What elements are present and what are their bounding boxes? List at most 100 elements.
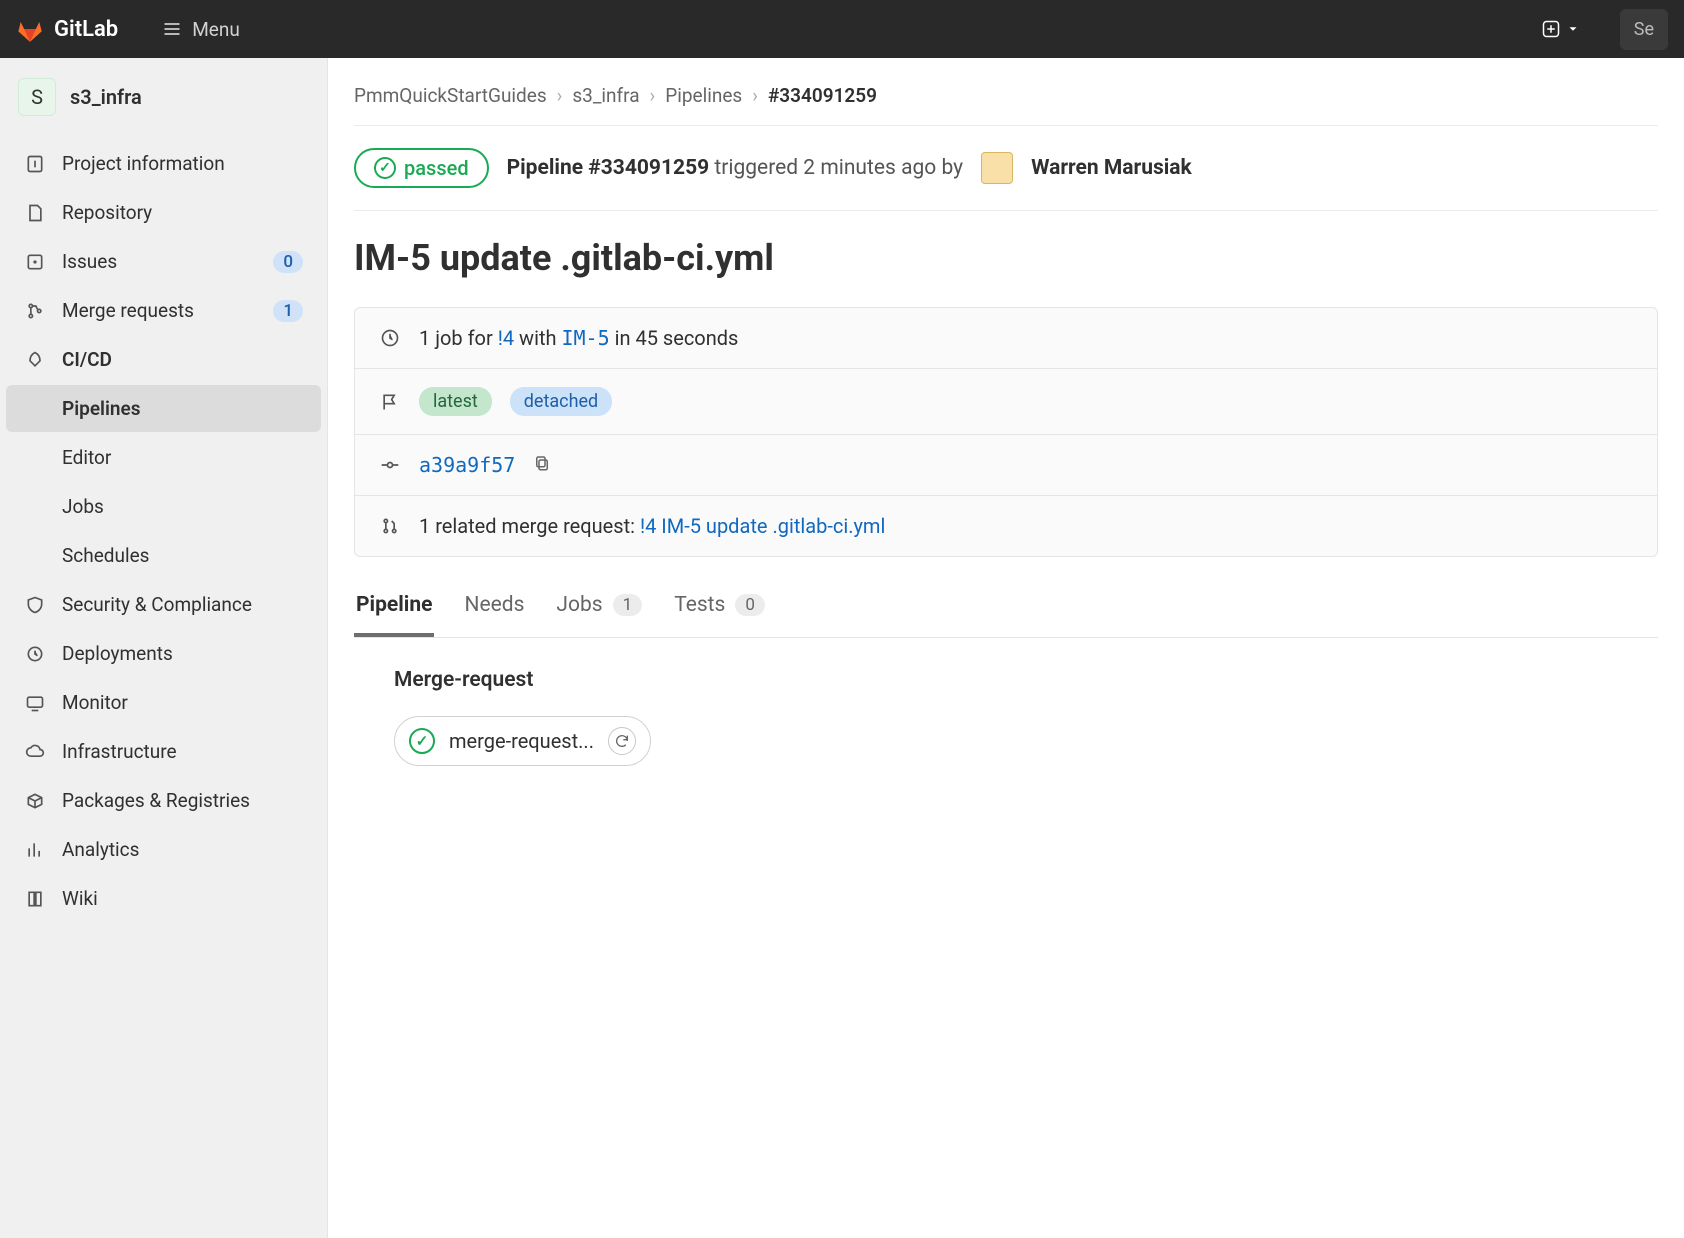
job-pill[interactable]: merge-request...: [394, 716, 651, 766]
sidebar-issues[interactable]: Issues 0: [6, 238, 321, 285]
sidebar-repository[interactable]: Repository: [6, 189, 321, 236]
pipeline-tabs: Pipeline Needs Jobs1 Tests0: [354, 557, 1658, 638]
related-mr-text: 1 related merge request: !4 IM-5 update …: [419, 514, 885, 538]
breadcrumb-project[interactable]: s3_infra: [572, 84, 639, 107]
commit-icon: [379, 455, 401, 475]
pipeline-id: #334091259: [588, 156, 709, 180]
flag-icon: [379, 392, 401, 412]
sidebar-item-label: Repository: [62, 201, 303, 224]
menu-label: Menu: [192, 18, 240, 41]
user-name[interactable]: Warren Marusiak: [1031, 156, 1192, 180]
sidebar-jobs[interactable]: Jobs: [6, 483, 321, 530]
job-retry-button[interactable]: [608, 727, 636, 755]
sidebar-item-label: Monitor: [62, 691, 303, 714]
tag-detached: detached: [510, 387, 612, 416]
merge-icon: [24, 300, 46, 322]
sidebar-item-label: Deployments: [62, 642, 303, 665]
shield-icon: [24, 594, 46, 616]
hamburger-icon: [162, 19, 182, 39]
search-input[interactable]: Se: [1620, 9, 1668, 50]
sidebar-editor[interactable]: Editor: [6, 434, 321, 481]
sidebar-wiki[interactable]: Wiki: [6, 875, 321, 922]
pipeline-tags-row: latest detached: [355, 369, 1657, 435]
check-circle-icon: [374, 157, 396, 179]
job-name: merge-request...: [449, 729, 594, 753]
breadcrumbs: PmmQuickStartGuides › s3_infra › Pipelin…: [354, 78, 1658, 126]
pipeline-related-mr-row: 1 related merge request: !4 IM-5 update …: [355, 496, 1657, 556]
deployment-icon: [24, 643, 46, 665]
sidebar-item-label: CI/CD: [62, 348, 303, 371]
breadcrumb-current: #334091259: [768, 84, 877, 107]
tag-latest: latest: [419, 387, 492, 416]
sidebar-monitor[interactable]: Monitor: [6, 679, 321, 726]
pipeline-status-text: passed: [404, 156, 469, 180]
sidebar-schedules[interactable]: Schedules: [6, 532, 321, 579]
sidebar-project-information[interactable]: Project information: [6, 140, 321, 187]
issues-icon: [24, 251, 46, 273]
branch-link[interactable]: IM-5: [561, 326, 609, 350]
sidebar-item-label: Project information: [62, 152, 303, 175]
tests-tab-count: 0: [735, 594, 765, 616]
tab-pipeline[interactable]: Pipeline: [354, 583, 434, 637]
pipeline-info-box: 1 job for !4 with IM-5 in 45 seconds lat…: [354, 307, 1658, 557]
sidebar-pipelines[interactable]: Pipelines: [6, 385, 321, 432]
main-content: PmmQuickStartGuides › s3_infra › Pipelin…: [328, 58, 1684, 1238]
tab-tests[interactable]: Tests0: [672, 583, 767, 636]
sidebar-cicd[interactable]: CI/CD: [6, 336, 321, 383]
file-icon: [24, 202, 46, 224]
package-icon: [24, 790, 46, 812]
sidebar-security[interactable]: Security & Compliance: [6, 581, 321, 628]
breadcrumb-section[interactable]: Pipelines: [665, 84, 742, 107]
merge-request-icon: [379, 516, 401, 536]
breadcrumb-group[interactable]: PmmQuickStartGuides: [354, 84, 547, 107]
sidebar-item-label: Security & Compliance: [62, 593, 303, 616]
mr-link[interactable]: !4: [498, 326, 514, 350]
pipeline-status-badge[interactable]: passed: [354, 148, 489, 188]
stage-name: Merge-request: [394, 668, 1618, 692]
monitor-icon: [24, 692, 46, 714]
sidebar-item-label: Issues: [62, 250, 257, 273]
sidebar-item-label: Packages & Registries: [62, 789, 303, 812]
gitlab-logo[interactable]: GitLab: [16, 15, 118, 43]
pipeline-jobs-row: 1 job for !4 with IM-5 in 45 seconds: [355, 308, 1657, 369]
book-icon: [24, 888, 46, 910]
menu-button[interactable]: Menu: [162, 18, 240, 41]
clock-icon: [379, 328, 401, 348]
breadcrumb-separator: ›: [752, 84, 758, 107]
sidebar-packages[interactable]: Packages & Registries: [6, 777, 321, 824]
sidebar-merge-requests[interactable]: Merge requests 1: [6, 287, 321, 334]
jobs-text: 1 job for !4 with IM-5 in 45 seconds: [419, 326, 738, 350]
sidebar-deployments[interactable]: Deployments: [6, 630, 321, 677]
tab-jobs[interactable]: Jobs1: [554, 583, 644, 636]
breadcrumb-separator: ›: [650, 84, 656, 107]
project-header[interactable]: S s3_infra: [0, 68, 327, 126]
pipeline-commit-row: a39a9f57: [355, 435, 1657, 496]
issues-count-badge: 0: [273, 251, 303, 273]
sidebar-item-label: Wiki: [62, 887, 303, 910]
mr-count-badge: 1: [273, 300, 303, 322]
commit-sha-link[interactable]: a39a9f57: [419, 453, 515, 477]
pipeline-title: Pipeline #334091259 triggered 2 minutes …: [507, 156, 964, 180]
rocket-icon: [24, 349, 46, 371]
user-avatar[interactable]: [981, 152, 1013, 184]
project-avatar: S: [18, 78, 56, 116]
info-icon: [24, 153, 46, 175]
chevron-down-icon: [1566, 22, 1580, 36]
brand-name: GitLab: [54, 17, 118, 42]
sidebar-nav: Project information Repository Issues 0 …: [0, 140, 327, 922]
plus-icon: [1542, 20, 1560, 38]
sidebar: S s3_infra Project information Repositor…: [0, 58, 328, 1238]
sidebar-item-label: Infrastructure: [62, 740, 303, 763]
new-dropdown[interactable]: [1542, 20, 1580, 38]
breadcrumb-separator: ›: [557, 84, 563, 107]
topbar: GitLab Menu Se: [0, 0, 1684, 58]
tab-needs[interactable]: Needs: [462, 583, 526, 636]
sidebar-item-label: Analytics: [62, 838, 303, 861]
project-name: s3_infra: [70, 85, 142, 109]
pipeline-title-prefix: Pipeline: [507, 156, 589, 180]
sidebar-analytics[interactable]: Analytics: [6, 826, 321, 873]
copy-sha-button[interactable]: [533, 453, 551, 477]
sidebar-infrastructure[interactable]: Infrastructure: [6, 728, 321, 775]
pipeline-graph: Merge-request merge-request...: [354, 638, 1658, 796]
related-mr-link[interactable]: !4 IM-5 update .gitlab-ci.yml: [640, 514, 885, 538]
